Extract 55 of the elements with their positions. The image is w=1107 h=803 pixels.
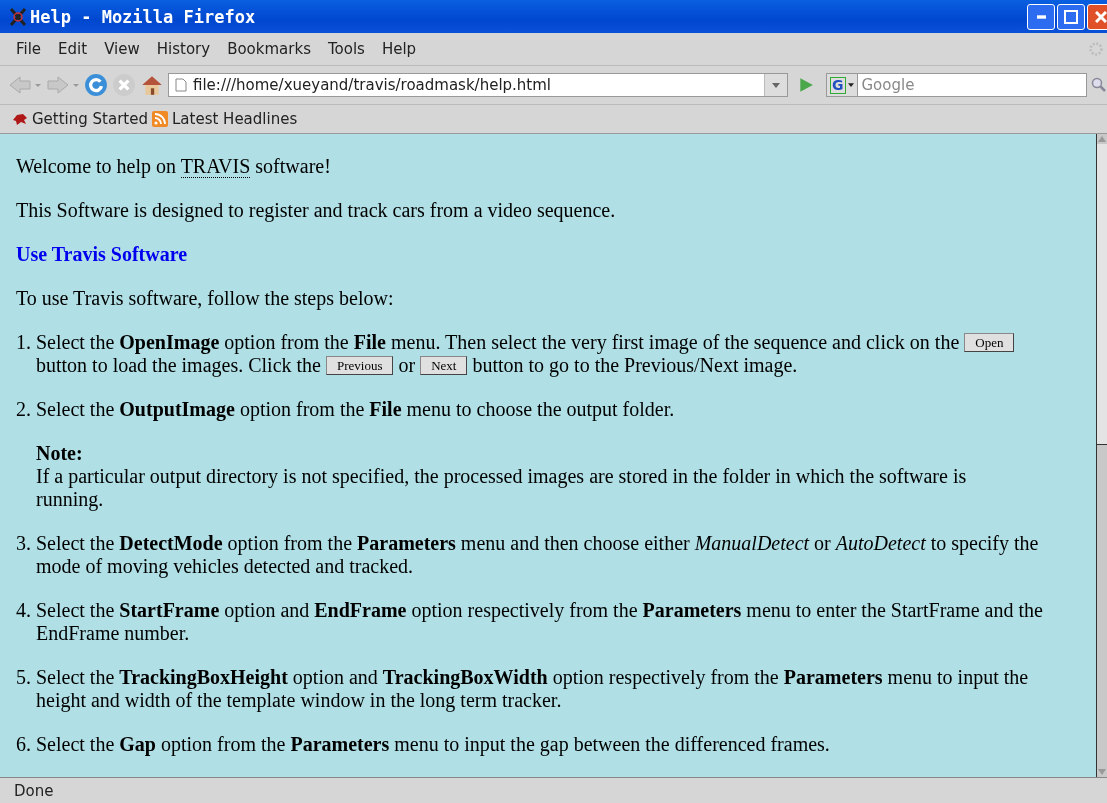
bookmark-item[interactable]: Getting Started (12, 110, 148, 128)
app-icon (8, 6, 28, 27)
window-title: Help - Mozilla Firefox (30, 6, 256, 27)
menu-item[interactable]: File (8, 40, 51, 58)
close-icon (1095, 10, 1107, 23)
step-text: Select the Gap option from the Parameters menu to input the gap between the differenced frames. (36, 733, 831, 756)
reload-icon[interactable] (84, 73, 108, 97)
scroll-up-icon[interactable] (1098, 136, 1106, 142)
forward-icon[interactable] (46, 74, 80, 96)
menu-item[interactable]: Tools (319, 40, 374, 58)
search-engine-button[interactable]: G (826, 73, 858, 97)
intro-text: This Software is designed to register and track cars from a video sequence. (16, 199, 617, 222)
close-button[interactable] (1087, 3, 1107, 30)
section-heading: Use Travis Software (16, 243, 189, 266)
dropdown-icon[interactable] (764, 74, 787, 96)
menu-item[interactable]: View (96, 40, 149, 58)
menu-item[interactable]: Bookmarks (219, 40, 320, 58)
minimize-icon (1036, 14, 1046, 19)
inline-button[interactable]: Previous (325, 356, 394, 375)
menu-item[interactable]: History (148, 40, 220, 58)
search-field[interactable]: Google (857, 73, 1087, 97)
bookmark-item[interactable]: Latest Headlines (152, 110, 298, 128)
step-text: Select the TrackingBoxHeight option and TrackingBoxWidth option respectively from the Parameters menu to input the height and width of the template window in the long term tracker. (36, 666, 1030, 712)
step-number: 1. (16, 331, 32, 355)
throbber-icon (1087, 40, 1105, 58)
menu-item[interactable]: Edit (50, 40, 97, 58)
dinosaur-icon (12, 111, 28, 127)
menu-item[interactable]: Help (373, 40, 426, 58)
note-text: If a particular output directory is not specified, the processed images are stored in the folder in which the software is running. (36, 465, 968, 511)
feed-icon (152, 111, 168, 127)
scroll-down-icon[interactable] (1098, 769, 1106, 775)
address-field[interactable]: file:///home/xueyand/travis/roadmask/help.html (168, 73, 788, 97)
step-text: Select the StartFrame option and EndFrame option respectively from the Parameters menu to enter the StartFrame and the EndFrame number. (36, 599, 1044, 645)
step-number: 5. (16, 666, 32, 690)
maximize-icon (1064, 9, 1078, 24)
search-icon[interactable] (1091, 77, 1107, 93)
note-title: Note: (36, 442, 84, 465)
back-icon[interactable] (8, 74, 42, 96)
minimize-button[interactable] (1027, 3, 1055, 30)
inline-button[interactable]: Next (420, 356, 468, 375)
status-text: Done (14, 781, 54, 800)
page-icon (175, 78, 187, 92)
maximize-button[interactable] (1057, 3, 1085, 30)
step-number: 3. (16, 532, 32, 556)
welcome-text: Welcome to help on TRAVIS software! (16, 155, 332, 178)
intro-text: To use Travis software, follow the steps below: (16, 287, 395, 310)
step-number: 4. (16, 599, 32, 623)
step-text: Select the DetectMode option from the Parameters menu and then choose either ManualDetect or AutoDetect to specify the mode of moving vehicles detected and tracked. (36, 532, 1040, 578)
caret-icon (847, 83, 854, 87)
step-text: Select the OpenImage option from the File menu. Then select the very first image of the sequence and click on the Open button to load the images. Click the Previous or Next button to go to the Previous/Next image. (36, 331, 1080, 377)
go-icon[interactable] (798, 77, 814, 93)
step-number: 2. (16, 398, 32, 422)
step-number: 6. (16, 733, 32, 756)
inline-button[interactable]: Open (964, 333, 1015, 352)
step-text: Select the OutputImage option from the File menu to choose the output folder. (36, 398, 676, 421)
